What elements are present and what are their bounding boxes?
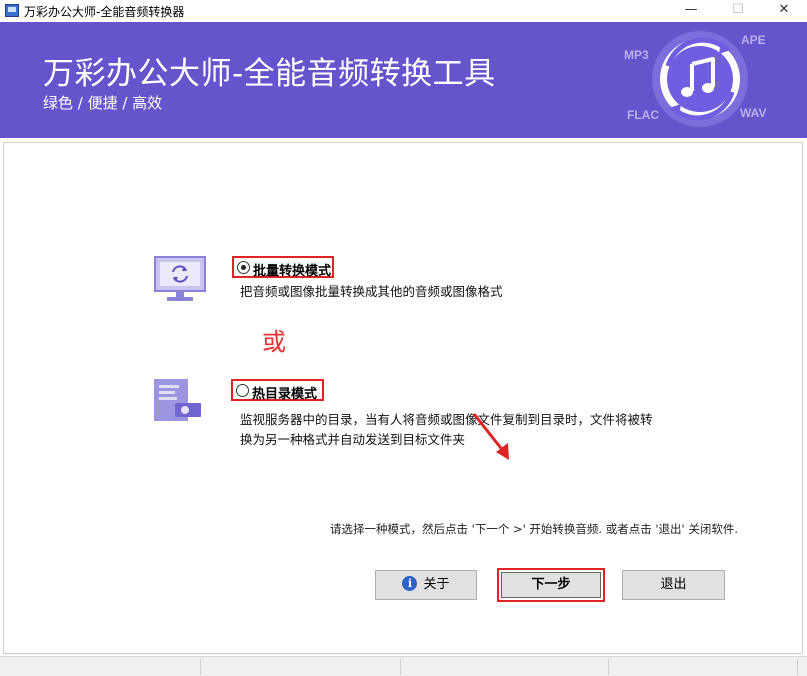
minimize-button[interactable]: —: [668, 0, 714, 22]
window-title: 万彩办公大师-全能音频转换器: [24, 5, 185, 19]
header-banner: 万彩办公大师-全能音频转换工具 绿色 / 便捷 / 高效 MP3 APE FLA…: [0, 22, 807, 138]
about-button-label: 关于: [423, 577, 450, 592]
next-button[interactable]: 下一步: [501, 572, 601, 598]
hot-folder-mode-label[interactable]: 热目录模式: [252, 383, 317, 402]
maximize-button[interactable]: ☐: [715, 0, 761, 22]
batch-mode-description: 把音频或图像批量转换成其他的音频或图像格式: [240, 284, 503, 299]
hot-folder-mode-radio-circle[interactable]: [236, 384, 249, 397]
status-divider: [400, 659, 401, 675]
status-divider: [608, 659, 609, 675]
hot-folder-mode-description-line1: 监视服务器中的目录，当有人将音频或图像文件复制到目录时，文件将被转: [240, 412, 653, 427]
folder-camera-icon: [154, 379, 201, 421]
exit-button[interactable]: 退出: [622, 570, 725, 600]
status-divider: [797, 659, 798, 675]
or-separator: 或: [262, 328, 286, 356]
batch-mode-radio-circle[interactable]: [237, 261, 250, 274]
batch-mode-radio[interactable]: 批量转换模式: [232, 256, 334, 279]
window-titlebar: 万彩办公大师-全能音频转换器 — ☐ ✕: [0, 0, 807, 22]
monitor-refresh-icon: [154, 256, 206, 301]
hot-folder-mode-radio[interactable]: 热目录模式: [231, 379, 324, 402]
banner-title: 万彩办公大师-全能音频转换工具: [43, 56, 496, 92]
hot-folder-mode-description-line2: 换为另一种格式并自动发送到目标文件夹: [240, 432, 466, 447]
annotation-arrow-icon: [472, 413, 509, 460]
status-bar: [0, 656, 807, 676]
info-icon: i: [402, 576, 418, 591]
instruction-hint: 请选择一种模式，然后点击 '下一个 >' 开始转换音频. 或者点击 '退出' 关…: [330, 522, 739, 536]
batch-mode-label[interactable]: 批量转换模式: [253, 260, 331, 279]
status-divider: [200, 659, 201, 675]
banner-subtitle: 绿色 / 便捷 / 高效: [43, 94, 163, 112]
app-icon: [5, 4, 19, 17]
about-button[interactable]: i 关于: [375, 570, 477, 600]
close-button[interactable]: ✕: [761, 0, 807, 22]
music-note-icon: [652, 31, 748, 127]
